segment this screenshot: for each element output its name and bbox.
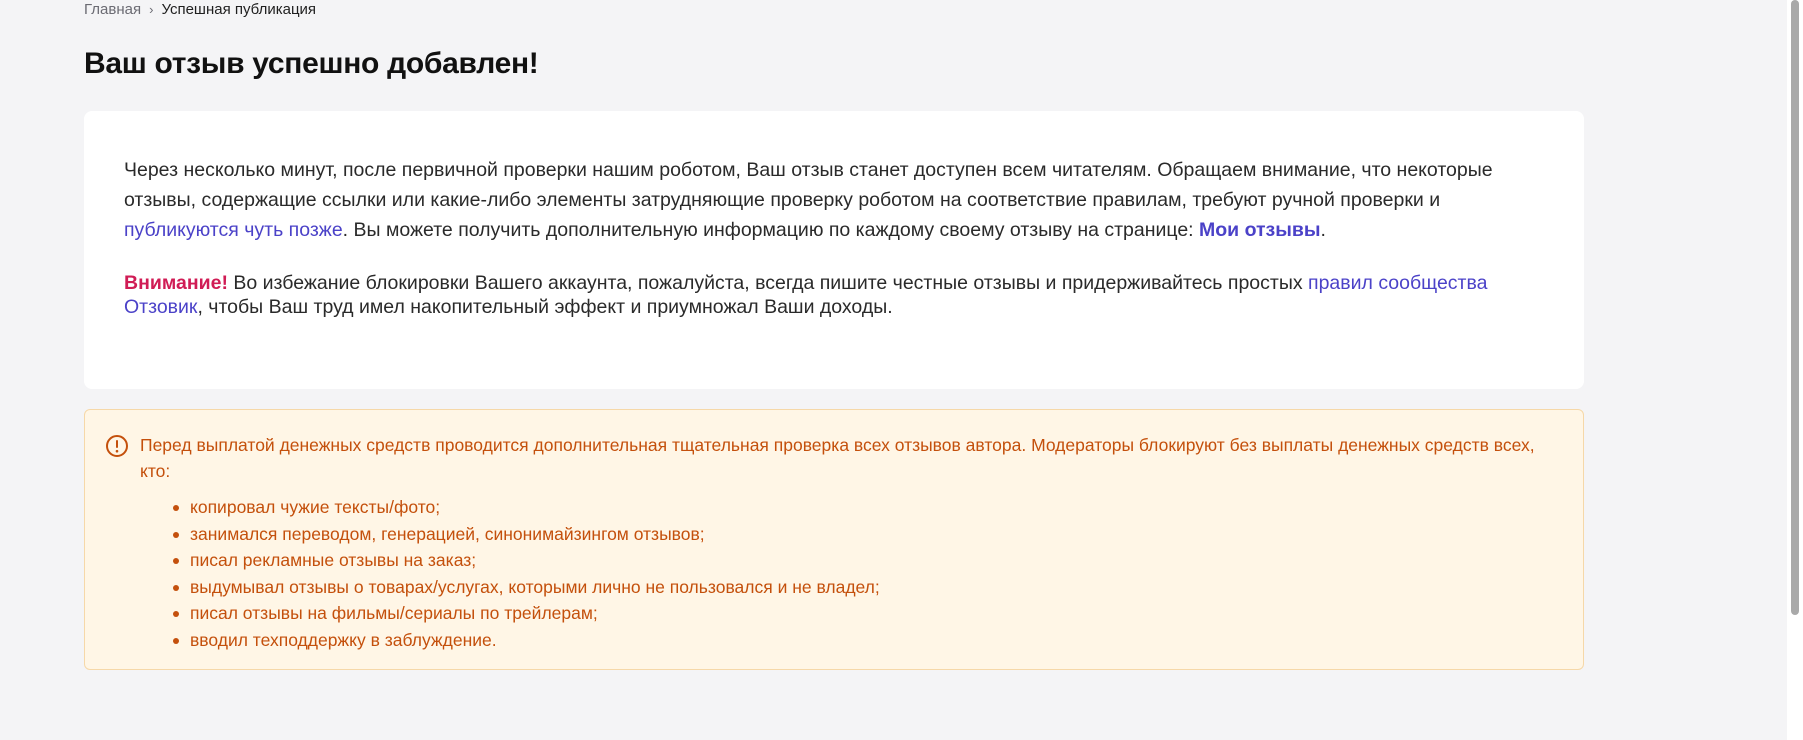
attention-label: Внимание! bbox=[124, 272, 228, 294]
attention-text: Во избежание блокировки Вашего аккаунта,… bbox=[227, 272, 1309, 294]
list-item: писал отзывы на фильмы/сериалы по трейле… bbox=[173, 600, 1543, 627]
breadcrumb: Главная › Успешная публикация bbox=[84, 2, 316, 18]
publication-info-paragraph: Через несколько минут, после первичной п… bbox=[124, 155, 1544, 245]
list-item: вводил техподдержку в заблуждение. bbox=[173, 627, 1543, 654]
page-title: Ваш отзыв успешно добавлен! bbox=[84, 47, 539, 80]
publication-info-text-2: . Вы можете получить дополнительную инфо… bbox=[342, 219, 1200, 241]
breadcrumb-separator: › bbox=[149, 2, 154, 17]
publication-info-text: Через несколько минут, после первичной п… bbox=[124, 159, 1493, 211]
list-item: писал рекламные отзывы на заказ; bbox=[173, 547, 1543, 574]
attention-text-2: , чтобы Ваш труд имел накопительный эффе… bbox=[197, 296, 893, 318]
my-reviews-link[interactable]: Мои отзывы bbox=[1199, 219, 1321, 241]
publication-info-end: . bbox=[1320, 219, 1326, 241]
violations-list: копировал чужие тексты/фото; занимался п… bbox=[140, 494, 1543, 653]
list-item: копировал чужие тексты/фото; bbox=[173, 494, 1543, 521]
payment-warning-box: Перед выплатой денежных средств проводит… bbox=[84, 409, 1584, 670]
list-item: выдумывал отзывы о товарах/услугах, кото… bbox=[173, 574, 1543, 601]
warning-intro: Перед выплатой денежных средств проводит… bbox=[140, 435, 1535, 481]
scrollbar-track[interactable] bbox=[1787, 0, 1803, 740]
exclamation-circle-icon bbox=[105, 434, 129, 458]
scrollbar-thumb[interactable] bbox=[1791, 0, 1799, 615]
info-card: Через несколько минут, после первичной п… bbox=[84, 111, 1584, 389]
breadcrumb-home-link[interactable]: Главная bbox=[84, 1, 141, 18]
list-item: занимался переводом, генерацией, синоним… bbox=[173, 521, 1543, 548]
breadcrumb-current: Успешная публикация bbox=[161, 1, 317, 18]
published-later-link[interactable]: публикуются чуть позже bbox=[124, 219, 343, 241]
attention-paragraph: Внимание! Во избежание блокировки Вашего… bbox=[124, 271, 1544, 319]
